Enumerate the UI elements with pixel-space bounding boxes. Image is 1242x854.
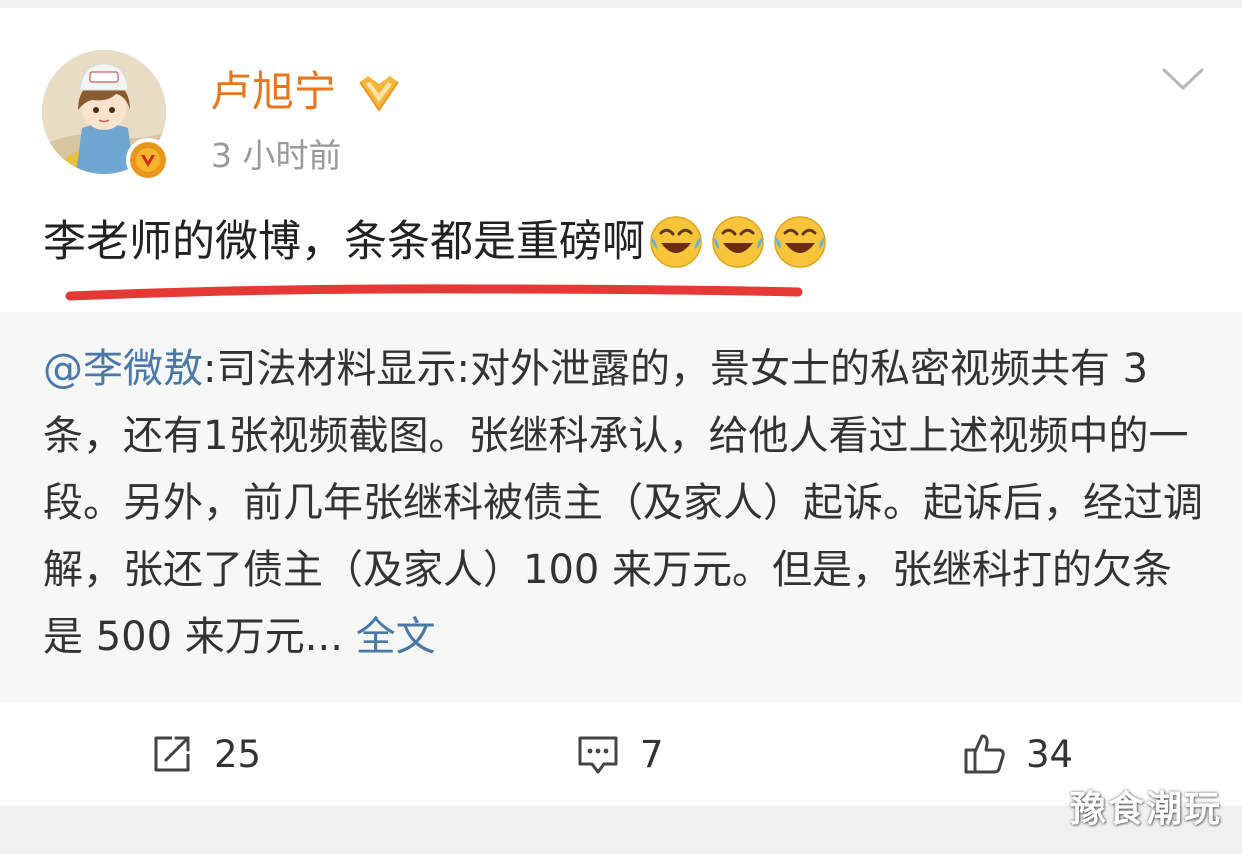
- reposted-body: :司法材料显示:对外泄露的，景女士的私密视频共有 3 条，还有1张视频截图。张继…: [43, 346, 1203, 660]
- action-bar: 25 7 34: [0, 702, 1242, 806]
- verified-badge-icon: [126, 138, 170, 182]
- post-content: 李老师的微博，条条都是重磅啊: [43, 212, 827, 272]
- red-underline-annotation: [65, 284, 803, 301]
- thumbs-up-icon: [964, 734, 1005, 774]
- like-button[interactable]: 34: [962, 728, 1073, 780]
- post-timestamp: 3 小时前: [211, 136, 342, 175]
- like-count: 34: [1026, 732, 1074, 776]
- weibo-post-card: 卢旭宁 3 小时前 李老师的微博，条条都是重磅啊 @李微敖:司法材料显示:对外泄…: [0, 0, 1242, 854]
- full-text-link[interactable]: 全文: [356, 614, 436, 660]
- reposted-text: @李微敖:司法材料显示:对外泄露的，景女士的私密视频共有 3 条，还有1张视频截…: [43, 336, 1203, 671]
- watermark: 豫食潮玩: [1069, 789, 1222, 830]
- top-divider: [0, 0, 1242, 8]
- comment-icon: [578, 736, 618, 774]
- mention-link[interactable]: @李微敖: [43, 346, 203, 392]
- vip-member-icon: [359, 76, 399, 112]
- repost-count: 25: [214, 732, 262, 776]
- laughing-crying-emoji-icon: [712, 216, 764, 268]
- laughing-crying-emoji-icon: [774, 216, 826, 268]
- comment-button[interactable]: 7: [576, 728, 664, 780]
- reposted-content[interactable]: @李微敖:司法材料显示:对外泄露的，景女士的私密视频共有 3 条，还有1张视频截…: [0, 312, 1242, 702]
- comment-count: 7: [640, 732, 664, 776]
- share-icon: [154, 736, 190, 772]
- laughing-crying-emoji-icon: [650, 216, 702, 268]
- username[interactable]: 卢旭宁: [210, 66, 336, 118]
- bottom-divider: [0, 806, 1242, 854]
- chevron-down-icon[interactable]: [1158, 62, 1208, 98]
- repost-button[interactable]: 25: [150, 728, 261, 780]
- post-text: 李老师的微博，条条都是重磅啊: [43, 217, 645, 267]
